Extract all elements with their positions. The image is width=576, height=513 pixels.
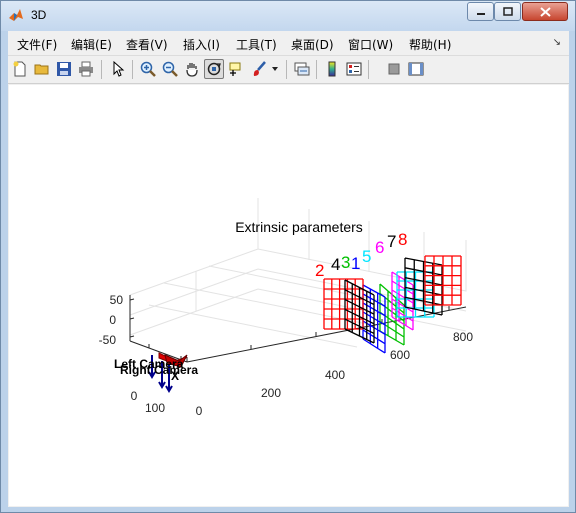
board-label: 6: [375, 238, 384, 257]
brush-dropdown-button[interactable]: [270, 59, 280, 79]
save-button[interactable]: [54, 59, 74, 79]
pan-hand-icon: [186, 63, 198, 77]
board-label: 2: [315, 261, 324, 280]
menu-window[interactable]: 窗口(W): [348, 36, 393, 53]
zoom-out-button[interactable]: [160, 59, 180, 79]
figure-window: 3D 文件(F) 编辑(E) 查看(V) 插入(I) 工具(T) 桌面(D) 窗…: [0, 0, 576, 513]
rotate-3d-icon: [207, 62, 221, 76]
print-icon: [79, 61, 93, 77]
y-tick-label: 600: [390, 348, 410, 362]
new-file-icon: [13, 61, 26, 77]
rotate-3d-button[interactable]: [204, 59, 224, 79]
pointer-button[interactable]: [108, 59, 128, 79]
board-label: 1: [351, 254, 360, 273]
brush-button[interactable]: [249, 59, 269, 79]
x-tick-label: 0: [131, 389, 138, 403]
print-button[interactable]: [76, 59, 96, 79]
show-plot-tools-button[interactable]: [406, 59, 426, 79]
save-icon: [57, 62, 71, 76]
plot-title: Extrinsic parameters: [235, 219, 363, 235]
maximize-icon: [502, 7, 513, 16]
z-tick-label: 0: [109, 313, 116, 327]
zoom-out-icon: [162, 61, 178, 77]
camera-axis-label: X: [171, 369, 179, 383]
menu-edit[interactable]: 编辑(E): [71, 36, 112, 53]
right-camera-label: Right Camera: [120, 363, 198, 377]
open-folder-icon: [34, 64, 49, 75]
data-cursor-button[interactable]: [226, 59, 246, 79]
pointer-icon: [113, 61, 125, 77]
window-title: 3D: [31, 8, 47, 22]
brush-icon: [253, 61, 266, 76]
close-icon: [539, 6, 551, 17]
show-plot-tools-icon: [408, 62, 424, 76]
y-tick-label: 400: [325, 368, 345, 382]
close-button[interactable]: [522, 2, 568, 21]
colorbar-icon: [328, 61, 336, 77]
menu-desktop[interactable]: 桌面(D): [291, 36, 334, 53]
z-tick-label: 50: [110, 293, 124, 307]
link-plot-icon: [294, 62, 310, 76]
figure-canvas[interactable]: 50 0 -50 800 600 400 200 0 100 0 Extrins…: [9, 85, 568, 506]
legend-icon: [346, 62, 362, 76]
menu-file[interactable]: 文件(F): [17, 36, 57, 53]
menu-insert[interactable]: 插入(I): [183, 36, 220, 53]
new-file-button[interactable]: [10, 59, 30, 79]
hide-plot-tools-icon: [388, 63, 400, 75]
menu-tools[interactable]: 工具(T): [236, 36, 277, 53]
x-tick-label: 100: [145, 401, 165, 415]
zoom-in-button[interactable]: [138, 59, 158, 79]
board-label: 4: [331, 255, 340, 274]
y-tick-label: 800: [453, 330, 473, 344]
pan-button[interactable]: [182, 59, 202, 79]
zoom-in-icon: [140, 61, 156, 77]
z-tick-label: -50: [99, 333, 117, 347]
board-label: 3: [341, 253, 350, 272]
legend-button[interactable]: [344, 59, 364, 79]
link-plot-button[interactable]: [292, 59, 312, 79]
figure-client: 文件(F) 编辑(E) 查看(V) 插入(I) 工具(T) 桌面(D) 窗口(W…: [8, 31, 569, 507]
menu-bar: 文件(F) 编辑(E) 查看(V) 插入(I) 工具(T) 桌面(D) 窗口(W…: [8, 31, 569, 56]
figure-toolbar: [8, 56, 569, 84]
board-label: 5: [362, 247, 371, 266]
axes-3d[interactable]: 50 0 -50 800 600 400 200 0 100 0 Extrins…: [9, 85, 568, 506]
y-tick-label: 0: [196, 404, 203, 418]
menu-overflow-icon[interactable]: ↘: [553, 37, 561, 48]
chevron-down-icon: [272, 67, 278, 71]
minimize-icon: [476, 12, 485, 15]
colorbar-button[interactable]: [322, 59, 342, 79]
title-bar[interactable]: 3D: [1, 1, 575, 31]
open-folder-button[interactable]: [32, 59, 52, 79]
matlab-logo-icon: [9, 9, 23, 21]
data-cursor-icon: [229, 62, 241, 76]
board-label: 7: [387, 232, 396, 251]
menu-view[interactable]: 查看(V): [126, 36, 168, 53]
hide-plot-tools-button[interactable]: [384, 59, 404, 79]
minimize-button[interactable]: [467, 2, 494, 21]
menu-help[interactable]: 帮助(H): [409, 36, 451, 53]
maximize-button[interactable]: [494, 2, 521, 21]
board-label: 8: [398, 230, 407, 249]
y-tick-label: 200: [261, 386, 281, 400]
